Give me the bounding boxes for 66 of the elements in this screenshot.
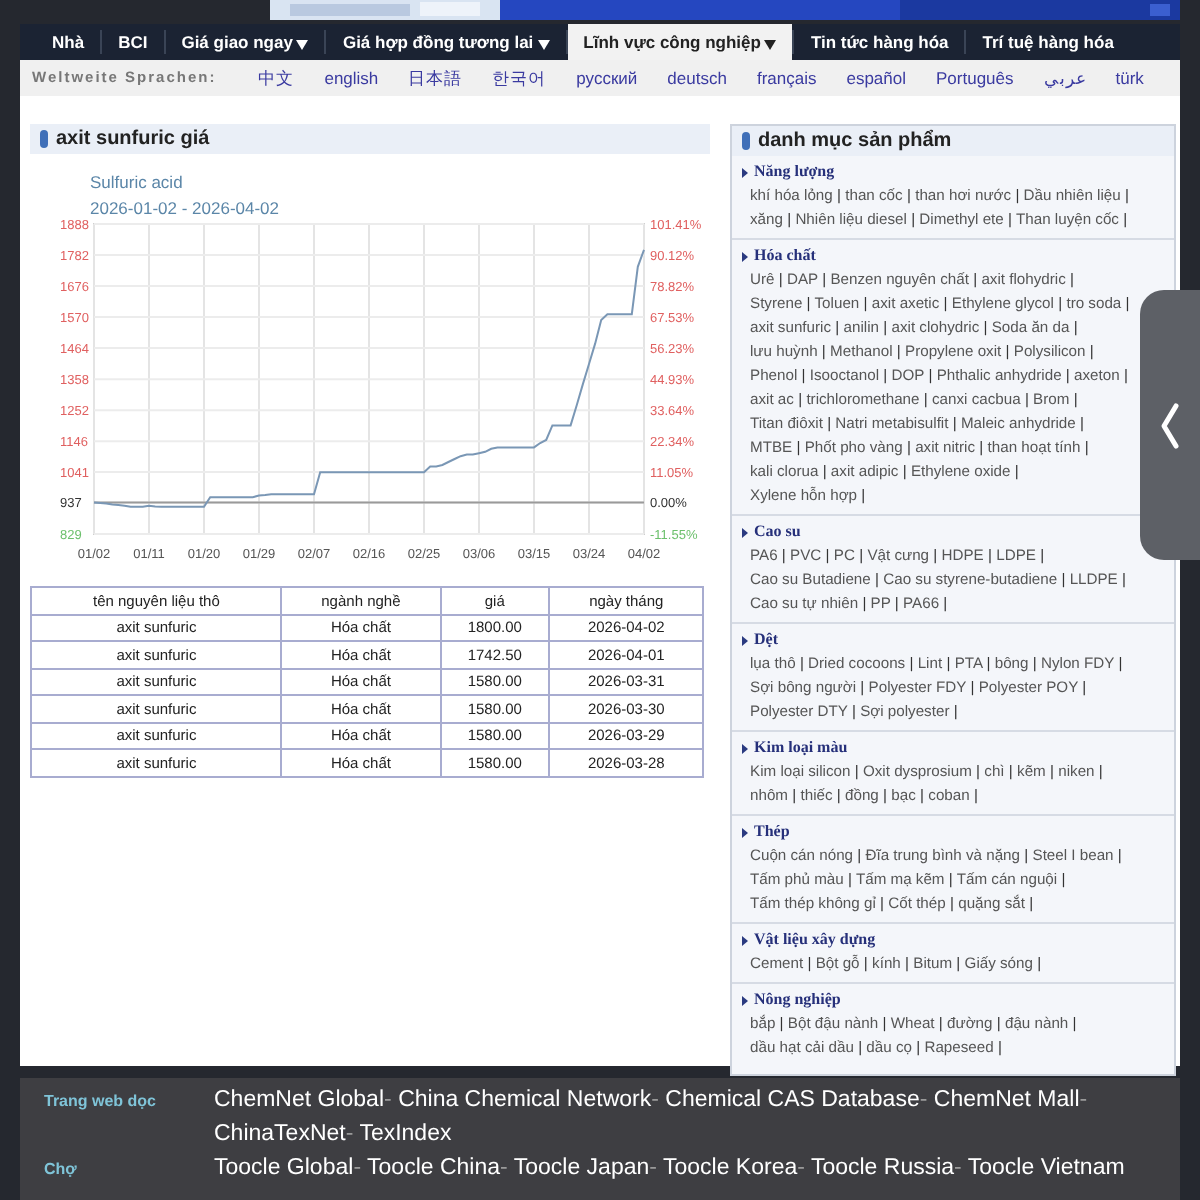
footer-label: Trang web dọc <box>42 1090 159 1114</box>
bar-icon <box>40 130 48 148</box>
language-link[interactable]: عربي <box>1043 65 1086 91</box>
bullet-icon <box>742 827 748 837</box>
bullet-icon <box>742 527 748 537</box>
separator-text: - <box>345 1122 354 1146</box>
section-title: Vật liệu xây dựng <box>754 928 876 952</box>
panel-title: danh mục sản phẩm <box>758 127 952 156</box>
separator-text: - <box>954 1156 962 1180</box>
chart-title: Sulfuric acid <box>90 172 183 192</box>
separator-text: - <box>797 1156 805 1180</box>
footer-link[interactable]: ChemNet Global <box>214 1088 385 1112</box>
section-title: Nông nghiệp <box>754 988 841 1012</box>
footer-link[interactable]: ChemNet Mall <box>933 1088 1080 1112</box>
nav-tab[interactable]: Trí tuệ hàng hóa <box>966 24 1130 60</box>
footer-link[interactable]: Toocle China <box>367 1156 501 1180</box>
section-title: Cao su <box>754 520 801 544</box>
language-link[interactable]: deutsch <box>667 65 727 91</box>
section-title: Kim loại màu <box>754 736 848 760</box>
side-handle[interactable] <box>1140 290 1200 560</box>
section-title: Năng lượng <box>754 160 835 184</box>
bullet-icon <box>742 251 748 261</box>
nav-tab[interactable]: Lĩnh vực công nghiệp <box>567 24 793 60</box>
separator-text: - <box>919 1088 928 1112</box>
nav-tab[interactable]: Nhà <box>36 24 101 60</box>
footer-link[interactable]: China Chemical Network <box>398 1088 652 1112</box>
footer-link[interactable]: Toocle Korea <box>662 1156 798 1180</box>
chevron-left-icon <box>1160 401 1180 449</box>
language-link[interactable]: русский <box>576 65 638 91</box>
footer-link[interactable]: Toocle Vietnam <box>967 1156 1125 1180</box>
nav-tab[interactable]: Giá giao ngay <box>165 24 325 60</box>
section-title: Thép <box>754 820 790 844</box>
separator-text: - <box>1079 1088 1088 1112</box>
language-link[interactable]: español <box>846 65 906 91</box>
language-link[interactable]: türk <box>1115 65 1144 91</box>
language-link[interactable]: 한국어 <box>492 65 547 91</box>
separator-text: - <box>649 1156 657 1180</box>
panel-title: axit sunfuric giá <box>56 126 210 154</box>
section-title: Hóa chất <box>754 244 816 268</box>
bullet-icon <box>742 935 748 945</box>
footer-link[interactable]: ChinaTexNet <box>214 1122 346 1146</box>
language-link[interactable]: english <box>324 65 379 91</box>
bullet-icon <box>742 167 748 177</box>
bar-icon <box>742 132 750 150</box>
bullet-icon <box>742 635 748 645</box>
language-link[interactable]: 日本語 <box>408 65 463 91</box>
bullet-icon <box>742 995 748 1005</box>
language-link[interactable]: français <box>756 65 817 91</box>
chart-subtitle: 2026-01-02 - 2026-04-02 <box>90 198 280 218</box>
footer-link[interactable]: Chemical CAS Database <box>665 1088 920 1112</box>
nav-tab[interactable]: BCI <box>102 24 164 60</box>
separator-text: - <box>651 1088 659 1112</box>
separator-text: - <box>500 1156 508 1180</box>
footer-label: Chợ <box>42 1158 79 1182</box>
footer-link[interactable]: Toocle Japan <box>513 1156 650 1180</box>
separator-text: - <box>384 1088 392 1112</box>
footer-link[interactable]: Toocle Global <box>214 1156 354 1180</box>
nav-tab[interactable]: Giá hợp đồng tương lai <box>326 24 566 60</box>
separator-text: - <box>353 1156 362 1180</box>
footer-link[interactable]: Toocle Russia <box>810 1156 955 1180</box>
language-link[interactable]: Português <box>936 65 1014 91</box>
section-title: Dệt <box>754 628 778 652</box>
bullet-icon <box>742 743 748 753</box>
language-link[interactable]: 中文 <box>258 65 295 91</box>
footer-link[interactable]: TexIndex <box>359 1122 452 1146</box>
nav-tab[interactable]: Tin tức hàng hóa <box>794 24 965 60</box>
